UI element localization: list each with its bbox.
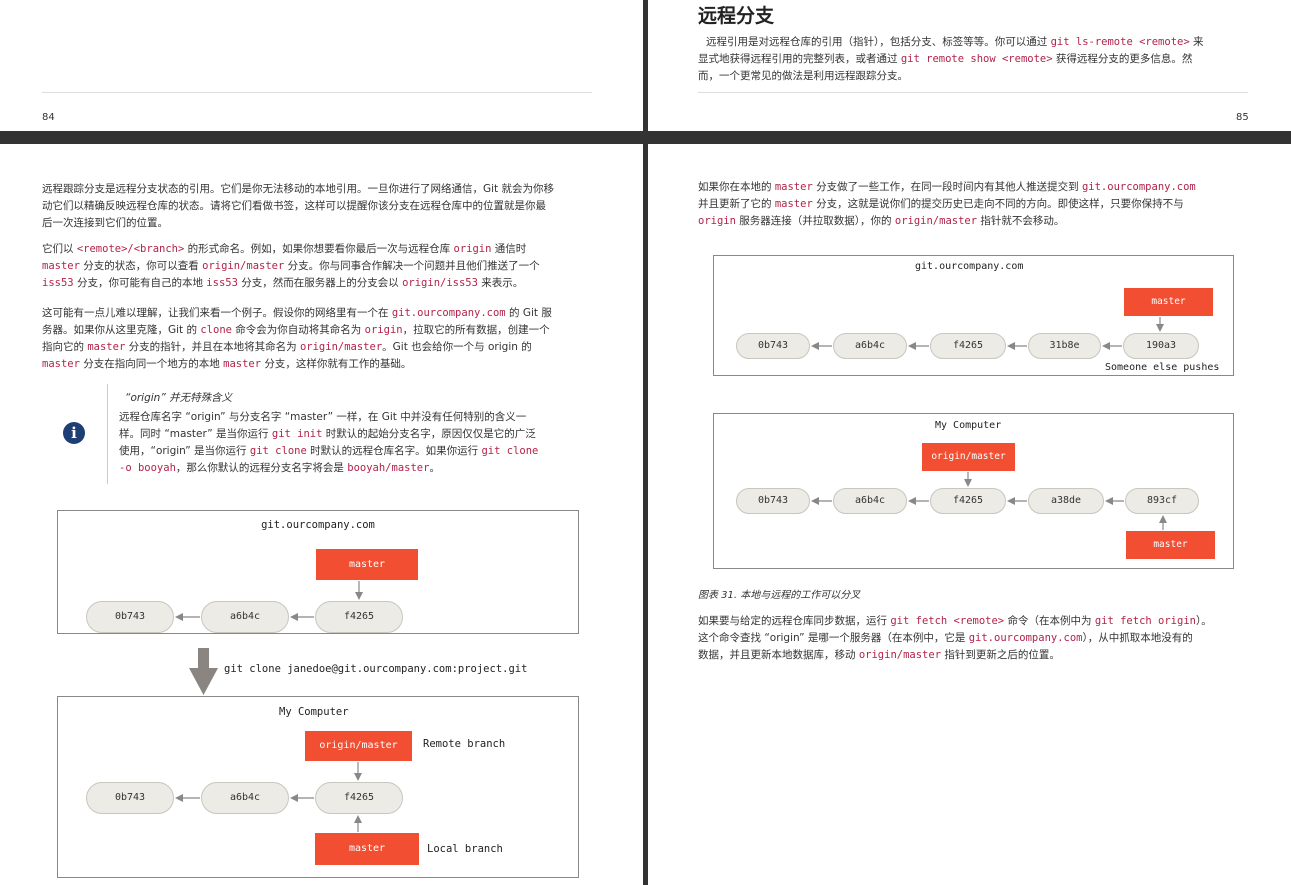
commit-node: f4265 <box>930 333 1006 359</box>
commit-node: f4265 <box>315 782 403 814</box>
master-ref: master <box>316 549 418 580</box>
figure-caption: 图表 31. 本地与远程的工作可以分叉 <box>698 590 861 601</box>
commit-node: a6b4c <box>201 782 289 814</box>
footer-rule <box>42 92 592 93</box>
push-note: Someone else pushes <box>1105 362 1220 373</box>
page-number: 85 <box>1236 112 1249 123</box>
local-branch-label: Local branch <box>427 843 503 855</box>
footer-rule <box>698 92 1248 93</box>
paragraph: 远程跟踪分支是远程分支状态的引用。它们是你无法移动的本地引用。一旦你进行了网络通… <box>42 183 555 229</box>
commit-node: f4265 <box>315 601 403 633</box>
note-body: 远程仓库名字 “origin” 与分支名字 “master” 一样，在 Git … <box>119 411 539 474</box>
server-title: git.ourcompany.com <box>915 261 1024 272</box>
info-icon: i <box>63 422 85 444</box>
note-separator <box>107 384 108 484</box>
paragraph: 如果你在本地的 master 分支做了一些工作，在同一段时间内有其他人推送提交到… <box>698 181 1196 227</box>
origin-master-ref: origin/master <box>305 731 412 761</box>
commit-node: 0b743 <box>86 782 174 814</box>
server-title: git.ourcompany.com <box>261 519 375 531</box>
origin-master-ref: origin/master <box>922 443 1015 471</box>
page-number: 84 <box>42 112 55 123</box>
clone-command: git clone janedoe@git.ourcompany.com:pro… <box>224 663 528 675</box>
commit-node: 0b743 <box>736 488 810 514</box>
master-ref: master <box>1126 531 1215 559</box>
remote-branch-label: Remote branch <box>423 738 506 750</box>
paragraph: 它们以 <remote>/<branch> 的形式命名。例如，如果你想要看你最后… <box>42 243 540 289</box>
paragraph: 远程引用是对远程仓库的引用（指针），包括分支、标签等等。你可以通过 git ls… <box>698 36 1204 82</box>
section-heading: 远程分支 <box>698 5 775 27</box>
commit-node: a6b4c <box>833 488 907 514</box>
clone-arrow <box>189 648 218 695</box>
paragraph: 如果要与给定的远程仓库同步数据，运行 git fetch <remote> 命令… <box>698 615 1212 661</box>
master-ref: master <box>315 833 419 865</box>
commit-node: 893cf <box>1125 488 1199 514</box>
commit-node: 0b743 <box>736 333 810 359</box>
commit-node: a6b4c <box>833 333 907 359</box>
commit-node: 190a3 <box>1123 333 1199 359</box>
commit-node: a6b4c <box>201 601 289 633</box>
paragraph: 这可能有一点儿难以理解，让我们来看一个例子。假设你的网络里有一个在 git.ou… <box>42 307 552 370</box>
page-spread-divider-vertical <box>643 0 648 885</box>
commit-node: 31b8e <box>1028 333 1101 359</box>
master-ref: master <box>1124 288 1213 316</box>
commit-node: f4265 <box>930 488 1006 514</box>
commit-node: a38de <box>1028 488 1104 514</box>
commit-node: 0b743 <box>86 601 174 633</box>
local-title: My Computer <box>935 420 1002 431</box>
local-title: My Computer <box>279 706 349 718</box>
note-title: “origin” 并无特殊含义 <box>125 392 233 404</box>
